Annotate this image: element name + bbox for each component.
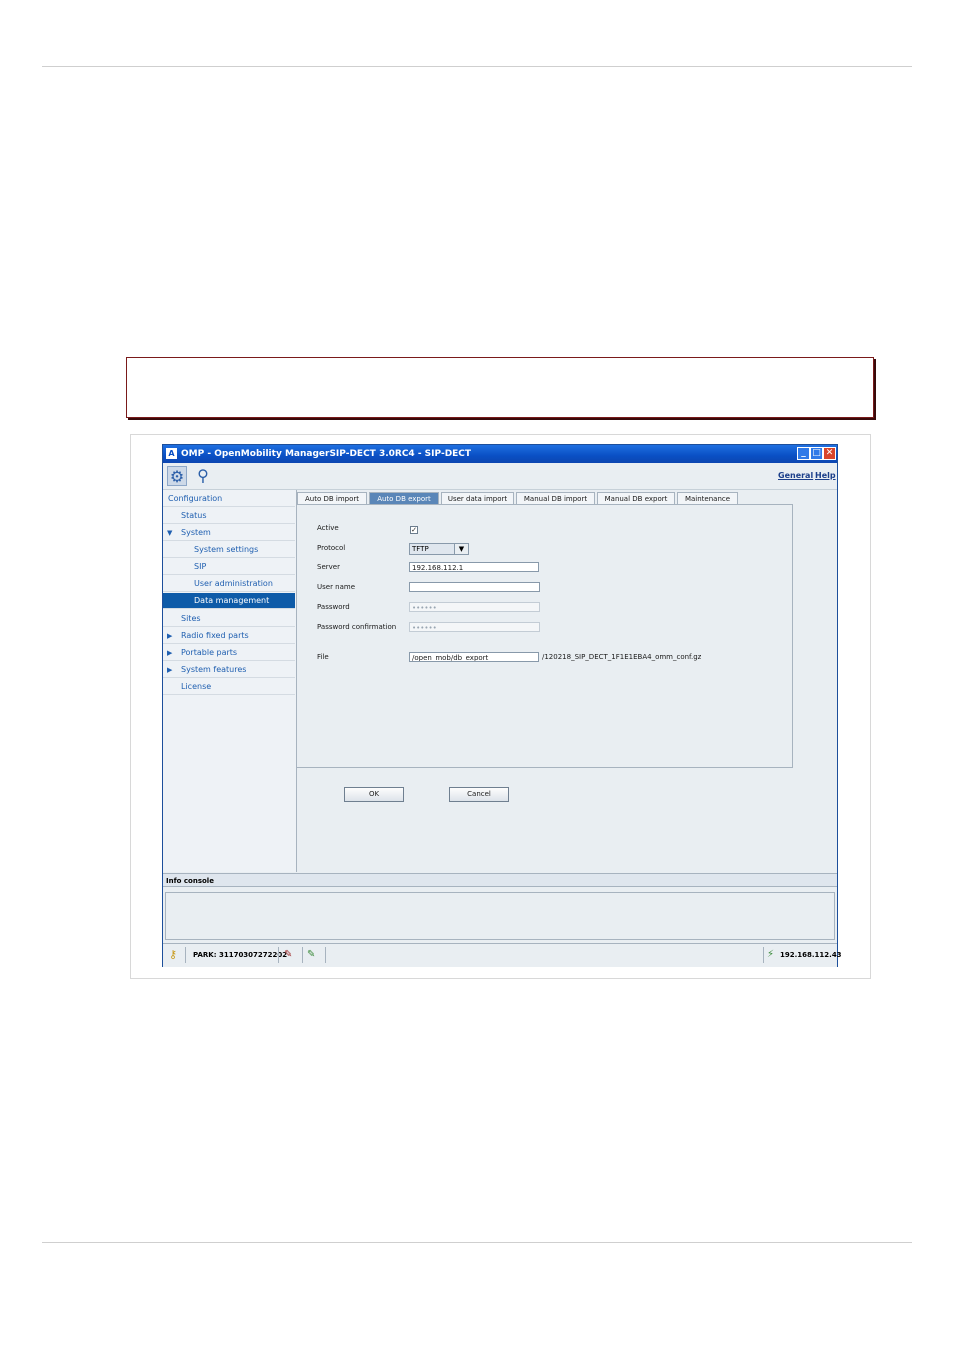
sidebar-item-data-management[interactable]: Data management bbox=[163, 593, 295, 609]
sidebar-item-label: License bbox=[181, 682, 212, 691]
sidebar-item-portable-parts[interactable]: ▶ Portable parts bbox=[163, 645, 295, 661]
chevron-right-icon[interactable]: ▶ bbox=[167, 645, 172, 661]
page-footer-rule bbox=[42, 1242, 912, 1243]
maximize-button[interactable]: □ bbox=[810, 447, 823, 460]
app-icon: A bbox=[166, 448, 177, 459]
tools-icon[interactable]: ✎ bbox=[284, 944, 292, 966]
username-input[interactable] bbox=[409, 582, 540, 592]
sidebar-item-label: Radio fixed parts bbox=[181, 631, 249, 640]
username-label: User name bbox=[317, 583, 356, 591]
status-separator bbox=[763, 947, 764, 963]
password-confirm-label: Password confirmation bbox=[317, 623, 397, 631]
cancel-button[interactable]: Cancel bbox=[449, 787, 509, 802]
sidebar-item-configuration[interactable]: Configuration bbox=[163, 491, 295, 507]
sidebar-item-label: Status bbox=[181, 511, 207, 520]
window-title: OMP - OpenMobility ManagerSIP-DECT 3.0RC… bbox=[181, 449, 472, 459]
sidebar-item-label: Data management bbox=[194, 596, 270, 605]
info-console-header: Info console bbox=[163, 873, 837, 887]
server-input[interactable]: 192.168.112.1 bbox=[409, 562, 539, 572]
close-button[interactable]: ✕ bbox=[823, 447, 836, 460]
sidebar-item-user-administration[interactable]: User administration bbox=[163, 576, 295, 592]
protocol-label: Protocol bbox=[317, 544, 346, 552]
password-input[interactable]: •••••• bbox=[409, 602, 540, 612]
sidebar-item-label: Sites bbox=[181, 614, 201, 623]
password-confirm-input[interactable]: •••••• bbox=[409, 622, 540, 632]
help-link[interactable]: Help bbox=[815, 471, 836, 480]
protocol-value: TFTP bbox=[412, 545, 429, 553]
password-label: Password bbox=[317, 603, 350, 611]
tab-manual-db-import[interactable]: Manual DB import bbox=[516, 492, 595, 504]
sidebar-item-system-features[interactable]: ▶ System features bbox=[163, 662, 295, 678]
page-header-rule bbox=[42, 66, 912, 67]
status-separator bbox=[302, 947, 303, 963]
search-icon[interactable]: ⚲ bbox=[193, 466, 213, 486]
sidebar-item-label: System bbox=[181, 528, 211, 537]
sidebar-item-label: User administration bbox=[194, 579, 273, 588]
file-suffix: /120218_SIP_DECT_1F1E1EBA4_omm_conf.gz bbox=[542, 653, 702, 661]
auto-db-export-panel: Active ✓ Protocol TFTP ▼ Server 192.168.… bbox=[297, 504, 793, 768]
tab-auto-db-export[interactable]: Auto DB export bbox=[369, 492, 439, 504]
general-link[interactable]: General bbox=[778, 471, 813, 480]
park-label: PARK: 31170307272202 bbox=[193, 951, 288, 959]
sidebar-item-label: Configuration bbox=[168, 494, 223, 503]
title-bar[interactable]: A OMP - OpenMobility ManagerSIP-DECT 3.0… bbox=[163, 445, 837, 463]
chevron-right-icon[interactable]: ▶ bbox=[167, 628, 172, 644]
minimize-button[interactable]: _ bbox=[797, 447, 810, 460]
sidebar-item-status[interactable]: Status bbox=[163, 508, 295, 524]
info-console-body[interactable] bbox=[165, 892, 835, 940]
tab-auto-db-import[interactable]: Auto DB import bbox=[297, 492, 367, 504]
status-bar: ⚷ PARK: 31170307272202 ✎ ✎ ⚡ 192.168.112… bbox=[163, 943, 842, 967]
sidebar-item-system-settings[interactable]: System settings bbox=[163, 542, 295, 558]
server-label: Server bbox=[317, 563, 340, 571]
gear-icon[interactable]: ⚙ bbox=[167, 466, 187, 486]
tab-manual-db-export[interactable]: Manual DB export bbox=[597, 492, 675, 504]
sidebar: Configuration Status ▼ System System set… bbox=[163, 490, 297, 872]
toolbar: ⚙ ⚲ General Help bbox=[163, 463, 837, 490]
tab-user-data-import[interactable]: User data import bbox=[441, 492, 514, 504]
connection-icon: ⚡ bbox=[767, 949, 775, 960]
protocol-select[interactable]: TFTP ▼ bbox=[409, 543, 469, 555]
status-separator bbox=[278, 947, 279, 963]
chevron-down-icon[interactable]: ▼ bbox=[454, 544, 468, 554]
status-separator bbox=[325, 947, 326, 963]
key-icon: ⚷ bbox=[169, 948, 178, 961]
omp-window: A OMP - OpenMobility ManagerSIP-DECT 3.0… bbox=[162, 444, 842, 967]
sidebar-item-license[interactable]: License bbox=[163, 679, 295, 695]
sidebar-item-label: Portable parts bbox=[181, 648, 238, 657]
chevron-right-icon[interactable]: ▶ bbox=[167, 662, 172, 678]
sidebar-item-radio-fixed-parts[interactable]: ▶ Radio fixed parts bbox=[163, 628, 295, 644]
sidebar-item-sip[interactable]: SIP bbox=[163, 559, 295, 575]
note-box bbox=[126, 357, 874, 418]
sidebar-item-label: System features bbox=[181, 665, 247, 674]
file-label: File bbox=[317, 653, 329, 661]
content-area: Auto DB import Auto DB export User data … bbox=[297, 490, 837, 872]
sidebar-item-sites[interactable]: Sites bbox=[163, 611, 295, 627]
active-label: Active bbox=[317, 524, 339, 532]
file-input[interactable]: /open_mob/db_export bbox=[409, 652, 539, 662]
sidebar-item-label: SIP bbox=[194, 562, 207, 571]
tools-green-icon[interactable]: ✎ bbox=[307, 944, 315, 966]
sidebar-item-label: System settings bbox=[194, 545, 259, 554]
status-separator bbox=[185, 947, 186, 963]
tab-maintenance[interactable]: Maintenance bbox=[677, 492, 738, 504]
ok-button[interactable]: OK bbox=[344, 787, 404, 802]
active-checkbox[interactable]: ✓ bbox=[410, 526, 418, 534]
ip-address-label: 192.168.112.43 bbox=[780, 951, 842, 959]
chevron-down-icon[interactable]: ▼ bbox=[167, 525, 172, 541]
sidebar-item-system[interactable]: ▼ System bbox=[163, 525, 295, 541]
